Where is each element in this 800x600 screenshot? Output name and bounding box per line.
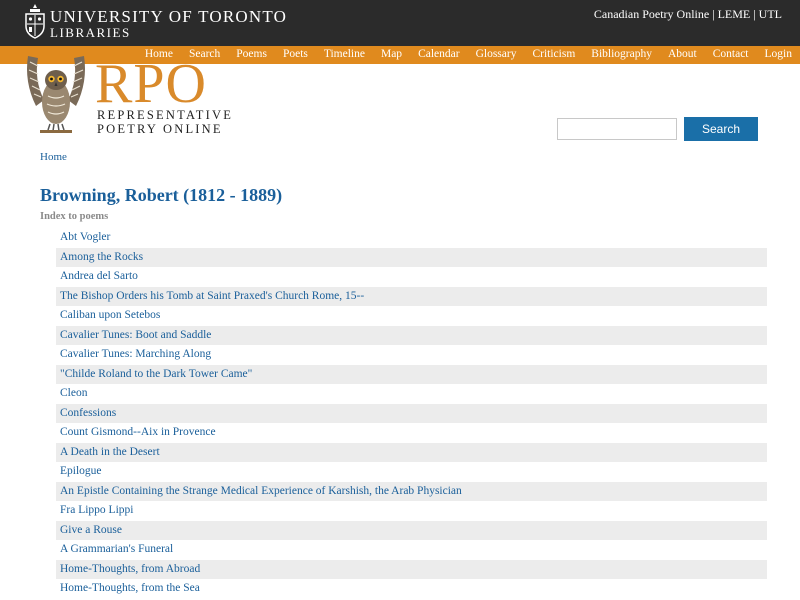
nav-criticism[interactable]: Criticism bbox=[532, 48, 575, 60]
rpo-logo-line2: POETRY ONLINE bbox=[97, 122, 223, 136]
rpo-logo-subtitle[interactable]: REPRESENTATIVE POETRY ONLINE bbox=[97, 108, 233, 136]
page-title: Browning, Robert (1812 - 1889) bbox=[40, 185, 283, 205]
poem-link[interactable]: Epilogue bbox=[56, 462, 767, 482]
nav-contact[interactable]: Contact bbox=[713, 48, 749, 60]
rpo-logo-line1: REPRESENTATIVE bbox=[97, 108, 234, 122]
owl-logo-icon[interactable] bbox=[22, 52, 90, 136]
poem-link[interactable]: Cavalier Tunes: Marching Along bbox=[56, 345, 767, 365]
nav-login[interactable]: Login bbox=[765, 48, 792, 60]
breadcrumb-home[interactable]: Home bbox=[40, 151, 67, 163]
search-button[interactable]: Search bbox=[684, 117, 758, 141]
nav-glossary[interactable]: Glossary bbox=[476, 48, 517, 60]
nav-calendar[interactable]: Calendar bbox=[418, 48, 460, 60]
poem-link[interactable]: Andrea del Sarto bbox=[56, 267, 767, 287]
poem-link[interactable]: Give a Rouse bbox=[56, 520, 767, 540]
poem-link[interactable]: The Bishop Orders his Tomb at Saint Prax… bbox=[56, 286, 767, 306]
poem-link[interactable]: An Epistle Containing the Strange Medica… bbox=[56, 481, 767, 501]
top-link-utl[interactable]: UTL bbox=[759, 7, 782, 21]
poem-link[interactable]: Fra Lippo Lippi bbox=[56, 501, 767, 521]
poem-list: Abt Vogler Among the Rocks Andrea del Sa… bbox=[56, 228, 767, 599]
poem-link[interactable]: Among the Rocks bbox=[56, 247, 767, 267]
poem-link[interactable]: "Childe Roland to the Dark Tower Came" bbox=[56, 364, 767, 384]
poem-link[interactable]: Confessions bbox=[56, 403, 767, 423]
poem-link[interactable]: Cavalier Tunes: Boot and Saddle bbox=[56, 325, 767, 345]
institution-line2: LIBRARIES bbox=[50, 25, 131, 40]
nav-poems[interactable]: Poems bbox=[236, 48, 267, 60]
poem-link[interactable]: Home-Thoughts, from the Sea bbox=[56, 579, 767, 599]
top-links: Canadian Poetry Online | LEME | UTL bbox=[594, 7, 782, 22]
top-banner: UNIVERSITY OF TORONTO LIBRARIES Canadian… bbox=[0, 0, 800, 46]
nav-map[interactable]: Map bbox=[381, 48, 402, 60]
search-input[interactable] bbox=[557, 118, 677, 140]
poem-link[interactable]: Caliban upon Setebos bbox=[56, 306, 767, 326]
rpo-logo-acronym[interactable]: RPO bbox=[95, 56, 207, 112]
poem-link[interactable]: A Grammarian's Funeral bbox=[56, 540, 767, 560]
index-subheading: Index to poems bbox=[40, 211, 109, 222]
top-link-separator: | bbox=[712, 7, 715, 21]
nav-timeline[interactable]: Timeline bbox=[324, 48, 365, 60]
institution-line1: UNIVERSITY OF TORONTO bbox=[50, 7, 288, 26]
poem-link[interactable]: Count Gismond--Aix in Provence bbox=[56, 423, 767, 443]
poem-link[interactable]: Cleon bbox=[56, 384, 767, 404]
poem-link[interactable]: A Death in the Desert bbox=[56, 442, 767, 462]
uoft-crest-icon bbox=[25, 4, 45, 39]
nav-poets[interactable]: Poets bbox=[283, 48, 308, 60]
nav-about[interactable]: About bbox=[668, 48, 697, 60]
top-link-leme[interactable]: LEME bbox=[718, 7, 751, 21]
poem-link[interactable]: Abt Vogler bbox=[56, 228, 767, 248]
nav-bibliography[interactable]: Bibliography bbox=[591, 48, 652, 60]
poem-link[interactable]: Home-Thoughts, from Abroad bbox=[56, 559, 767, 579]
top-link-canadian-poetry[interactable]: Canadian Poetry Online bbox=[594, 7, 709, 21]
institution-name[interactable]: UNIVERSITY OF TORONTO LIBRARIES bbox=[50, 7, 288, 41]
top-link-separator: | bbox=[753, 7, 756, 21]
